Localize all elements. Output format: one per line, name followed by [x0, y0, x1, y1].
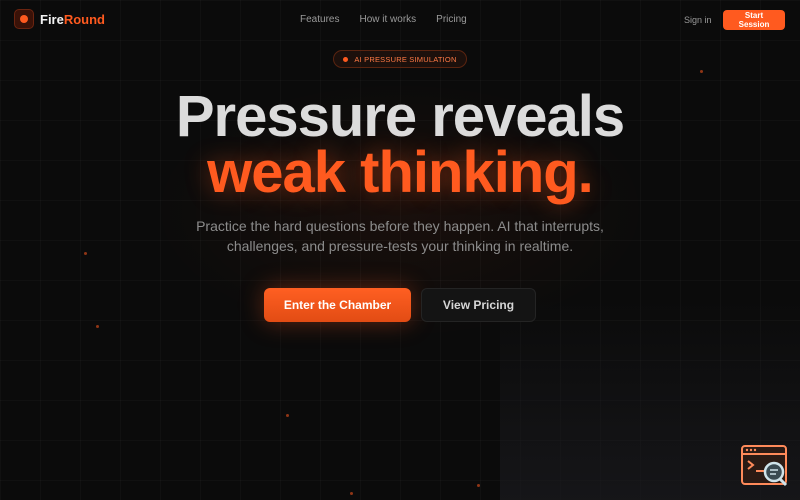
ember-dot: [700, 70, 703, 73]
ember-dot: [350, 492, 353, 495]
nav-link-how-it-works[interactable]: How it works: [359, 14, 416, 25]
badge-label: AI PRESSURE SIMULATION: [354, 54, 457, 64]
hero-badge: AI PRESSURE SIMULATION: [333, 50, 467, 68]
hero-subtitle: Practice the hard questions before they …: [0, 216, 800, 256]
fire-circle-icon: [14, 9, 34, 29]
sign-in-link[interactable]: Sign in: [684, 15, 712, 25]
badge-dot-icon: [343, 56, 349, 62]
terminal-search-icon[interactable]: [740, 444, 790, 488]
subtitle-line-2: challenges, and pressure-tests your thin…: [226, 238, 574, 254]
ember-dot: [477, 484, 480, 487]
brand-name: FireRound: [40, 12, 105, 27]
enter-chamber-button[interactable]: Enter the Chamber: [264, 288, 411, 322]
nav-link-pricing[interactable]: Pricing: [436, 14, 467, 25]
ember-dot: [286, 414, 289, 417]
start-session-button[interactable]: Start Session: [723, 10, 785, 30]
subtitle-line-1: Practice the hard questions before they …: [196, 218, 604, 234]
view-pricing-button[interactable]: View Pricing: [421, 288, 536, 322]
brand-name-part1: Fire: [40, 11, 64, 27]
nav-link-features[interactable]: Features: [300, 14, 339, 25]
top-navbar: FireRound Features How it works Pricing …: [0, 0, 800, 40]
ember-dot: [96, 325, 99, 328]
brand-name-part2: Round: [63, 11, 105, 27]
nav-links: Features How it works Pricing: [300, 14, 467, 25]
brand-logo[interactable]: FireRound: [14, 9, 105, 29]
headline-line-1: Pressure reveals: [175, 84, 625, 149]
headline-line-2: weak thinking.: [207, 140, 594, 205]
